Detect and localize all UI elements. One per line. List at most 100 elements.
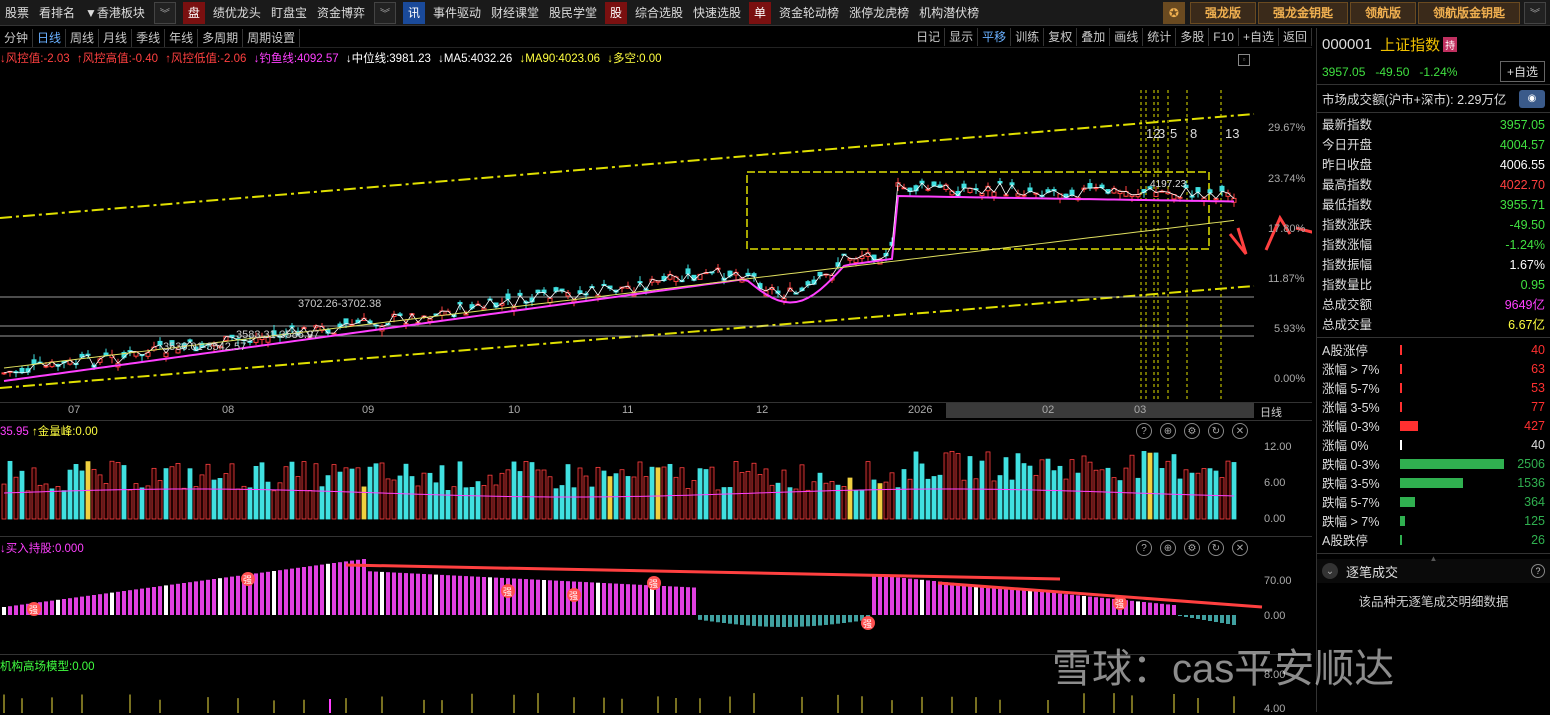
volume-bar — [1039, 459, 1045, 520]
volume-bar — [505, 469, 511, 520]
x-tick: 02 — [1042, 404, 1055, 416]
menu-ranking[interactable]: 看排名 — [34, 0, 80, 26]
add-watchlist-button[interactable]: +自选 — [1499, 61, 1545, 82]
stat-value: 9649亿 — [1504, 298, 1545, 312]
menu-event-driven[interactable]: 事件驱动 — [428, 0, 486, 26]
menu-stocks[interactable]: 股票 — [0, 0, 34, 26]
hold-bar — [170, 584, 174, 615]
hold-bar — [878, 575, 882, 615]
quote-panel: 000001 上证指数 持 3957.05 -49.50 -1.24% +自选 … — [1316, 28, 1550, 712]
distribution-label: 涨幅 > 7% — [1322, 363, 1380, 377]
volume-bar — [853, 490, 859, 520]
menu-finance-class[interactable]: 财经课堂 — [486, 0, 544, 26]
distribution-row: 跌幅 0-3% 2506 — [1317, 454, 1550, 473]
main-kline-chart[interactable]: 29.67% 23.74% 17.80% 11.87% 5.93% 0.00% … — [0, 68, 1312, 420]
menu-investor-school[interactable]: 股民学堂 — [544, 0, 602, 26]
volume-bar — [127, 489, 133, 520]
volume-bar — [175, 463, 181, 520]
hold-bar — [266, 571, 270, 615]
stat-label: 总成交额 — [1322, 298, 1373, 312]
volume-bar — [913, 451, 919, 520]
volume-bar — [751, 462, 757, 520]
chevron-down-icon[interactable]: ︾ — [153, 1, 176, 24]
eye-icon[interactable]: ◉ — [1519, 89, 1545, 108]
hold-bar — [434, 574, 438, 615]
navigator-button[interactable]: 领航版 — [1349, 1, 1416, 24]
tool-f10[interactable]: F10 — [1209, 28, 1239, 46]
strong-dragon-key-button[interactable]: 强龙金钥匙 — [1257, 1, 1348, 24]
volume-bar — [1045, 458, 1051, 520]
tool-draw[interactable]: 画线 — [1110, 28, 1144, 46]
tool-training[interactable]: 训练 — [1011, 28, 1045, 46]
hold-bar — [884, 576, 888, 615]
time-scrollbar[interactable] — [946, 403, 1254, 418]
menu-institution-board[interactable]: 机构潜伏榜 — [914, 0, 984, 26]
menu-limit-up-board[interactable]: 涨停龙虎榜 — [844, 0, 914, 26]
tool-display[interactable]: 显示 — [945, 28, 979, 46]
hold-bar — [440, 574, 444, 615]
hold-bar — [80, 596, 84, 615]
period-daily[interactable]: 日线 — [33, 28, 67, 47]
menu-hk-sector[interactable]: ▼香港板块 — [80, 0, 150, 26]
period-yearly[interactable]: 年线 — [165, 28, 199, 47]
menu-composite-screen[interactable]: 综合选股 — [630, 0, 688, 26]
period-settings[interactable]: 周期设置 — [243, 28, 301, 47]
volume-panel[interactable]: 35.95 ↑金量峰:0.00 ? ⊕ ⚙ ↻ ✕ 12.00 6.00 0.00 — [0, 420, 1312, 536]
volume-bar — [37, 484, 43, 520]
chevron-down-icon[interactable]: ⌄ — [1322, 563, 1338, 579]
volume-bar — [553, 488, 559, 520]
tool-overlay[interactable]: 叠加 — [1077, 28, 1111, 46]
volume-bar — [115, 462, 121, 520]
stat-value: 4004.57 — [1499, 138, 1545, 152]
pan-badge-icon: 盘 — [182, 1, 205, 24]
period-minute[interactable]: 分钟 — [0, 28, 34, 47]
distribution-label: 跌幅 > 7% — [1322, 515, 1380, 529]
period-weekly[interactable]: 周线 — [66, 28, 100, 47]
tool-add-watch[interactable]: +自选 — [1239, 28, 1279, 46]
menu-performance-leaders[interactable]: 绩优龙头 — [208, 0, 266, 26]
menu-fund-game[interactable]: 资金博弈 — [312, 0, 370, 26]
menu-watch-treasure[interactable]: 盯盘宝 — [266, 0, 312, 26]
tool-pan[interactable]: 平移 — [978, 28, 1012, 46]
volume-bar — [1087, 461, 1093, 520]
volume-bar — [583, 475, 589, 520]
strong-dragon-button[interactable]: 强龙版 — [1189, 1, 1256, 24]
hold-bar — [614, 583, 618, 615]
tool-stats[interactable]: 统计 — [1143, 28, 1177, 46]
volume-bar — [1231, 462, 1237, 520]
hold-bar — [518, 578, 522, 615]
chevron-down-icon[interactable]: ︾ — [1524, 1, 1546, 24]
distribution-value: 77 — [1531, 399, 1545, 414]
expand-icon[interactable]: ▫ — [1238, 54, 1250, 66]
volume-bar — [757, 473, 763, 520]
period-quarterly[interactable]: 季线 — [132, 28, 166, 47]
period-multi[interactable]: 多周期 — [198, 28, 244, 47]
volume-bar — [1003, 457, 1009, 520]
volume-bar — [637, 461, 643, 520]
volume-bar — [943, 452, 949, 520]
hold-bar — [908, 578, 912, 615]
tool-multi-stock[interactable]: 多股 — [1176, 28, 1210, 46]
menu-fund-rotation[interactable]: 资金轮动榜 — [774, 0, 844, 26]
help-icon[interactable]: ? — [1531, 564, 1545, 578]
hold-bar — [656, 585, 660, 615]
trades-title: 逐笔成交 — [1346, 564, 1399, 580]
tool-back[interactable]: 返回 — [1279, 28, 1312, 46]
volume-bar — [1033, 474, 1039, 520]
strong-badge-text: 强 — [29, 605, 38, 616]
hold-bar — [1226, 615, 1230, 624]
menu-quick-screen[interactable]: 快速选股 — [688, 0, 746, 26]
tool-diary[interactable]: 日记 — [912, 28, 946, 46]
period-monthly[interactable]: 月线 — [99, 28, 133, 47]
volume-bar — [457, 461, 463, 520]
hold-bar — [1058, 593, 1062, 615]
index-code: 000001 — [1322, 36, 1373, 53]
kline-svg[interactable] — [0, 68, 1312, 420]
tool-adjust[interactable]: 复权 — [1044, 28, 1078, 46]
distribution-label: 涨幅 5-7% — [1322, 382, 1380, 396]
navigator-key-button[interactable]: 领航版金钥匙 — [1417, 1, 1520, 24]
volume-bar — [391, 479, 397, 520]
hold-bar — [776, 615, 780, 627]
chevron-down-icon[interactable]: ︾ — [373, 1, 396, 24]
volume-bar — [919, 463, 925, 520]
